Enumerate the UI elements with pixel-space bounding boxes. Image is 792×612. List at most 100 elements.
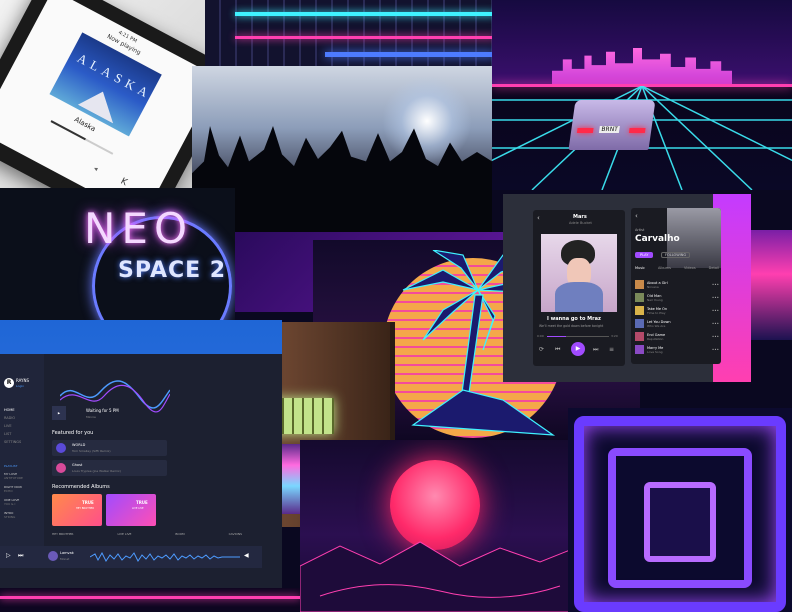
tab-music[interactable]: Music	[635, 266, 645, 270]
brand-login[interactable]: Login	[16, 384, 24, 388]
player-time-end: 3:20	[611, 334, 618, 338]
playlist-header: PLAYLIST	[4, 464, 18, 468]
player-cover	[541, 234, 617, 312]
tunnel-ring-inner	[644, 482, 716, 562]
music-dashboard-mockup: R RAYNS Login HOME RADIO LIVE LIST SETTI…	[0, 320, 282, 588]
next-icon[interactable]: ⏭	[18, 552, 23, 560]
sidebar-item-home[interactable]: HOME	[4, 406, 21, 414]
phone-photo-tile: 4:21 PM Now playing ALASKA Alaska K ◂	[0, 0, 205, 190]
prev-icon[interactable]: ⏮	[555, 346, 560, 354]
tab-albums[interactable]: Albums	[658, 266, 671, 270]
song-list: About a Girl Nirvana ••• Old Man Neil Youn…	[635, 278, 719, 356]
playlist-list: MY LOVE ANTIFUTURE RIGHT NOW ECHO ONE LOVE…	[4, 472, 23, 519]
player-track-name: Mars	[573, 214, 587, 220]
list-item[interactable]: End Game Reputation •••	[635, 330, 719, 343]
featured-title: Featured for you	[52, 430, 94, 436]
player-time-start: 0:00	[537, 334, 544, 338]
pause-icon[interactable]: ▷	[6, 552, 11, 559]
neon-tube-blue	[325, 52, 495, 57]
sidebar-item-settings[interactable]: SETTINGS	[4, 438, 21, 446]
album-card[interactable]: TRUE LIVE LIVE	[106, 494, 156, 526]
tab-videos[interactable]: Videos	[684, 266, 696, 270]
now-playing-title: Lamvak	[60, 551, 74, 555]
waiting-card[interactable]: ▶ Waiting for 5 PM Minnie	[52, 406, 152, 422]
list-item[interactable]: Marry Me Love Song •••	[635, 343, 719, 356]
now-playing-avatar	[48, 551, 58, 561]
next-track-icon[interactable]: ⏭	[593, 346, 598, 354]
phone-device: 4:21 PM Now playing ALASKA Alaska K ◂	[0, 0, 205, 190]
more-icon[interactable]: •••	[712, 321, 719, 326]
more-icon[interactable]: •••	[712, 334, 719, 339]
neon-mountain-photo	[751, 230, 792, 340]
playlist-item[interactable]: ONE LOVE YOU & I	[4, 498, 23, 506]
audio-waveform[interactable]	[90, 552, 240, 562]
neon-subtitle: SPACE 2	[118, 258, 227, 283]
neon-tube-cyan	[235, 12, 495, 16]
stage-light	[382, 76, 472, 166]
player-song-title: I wanna go to Mraz	[547, 316, 601, 322]
brand-logo: R	[4, 378, 14, 388]
more-icon[interactable]: •••	[712, 295, 719, 300]
album-row: HEY BROTHER LIVE LIVE BOOM CAVIONS	[52, 532, 242, 536]
featured-title-text: Ghost	[72, 463, 83, 467]
song-sub: Nirvana	[647, 284, 659, 289]
album-row-item[interactable]: BOOM	[175, 532, 184, 536]
list-item[interactable]: Take Me On Time to Play •••	[635, 304, 719, 317]
featured-title-text: WORLD	[72, 443, 86, 447]
artist-play-button[interactable]: PLAY	[635, 252, 654, 258]
repeat-icon[interactable]: ⟳	[539, 346, 544, 353]
list-item[interactable]: Old Man Neil Young •••	[635, 291, 719, 304]
next-icon[interactable]: K	[119, 177, 129, 189]
artist-follow-button[interactable]: FOLLOWING	[661, 252, 691, 258]
sidebar-item-live[interactable]: LIVE	[4, 422, 21, 430]
player-screen: ‹ Mars Adele Bucket I wanna go to Mraz W…	[533, 210, 625, 366]
sidebar-nav: HOME RADIO LIVE LIST SETTINGS	[4, 406, 21, 446]
volume-icon[interactable]: ◂	[92, 164, 99, 173]
artist-tabs: Music Albums Videos Detail	[635, 266, 719, 270]
more-icon[interactable]: •••	[712, 347, 719, 352]
album-row-item[interactable]: LIVE LIVE	[117, 532, 131, 536]
waiting-sub: Minnie	[86, 415, 96, 419]
play-button[interactable]: ▶	[571, 342, 585, 356]
synthwave-sun-photo	[300, 440, 570, 612]
featured-item[interactable]: Ghost Louis Tryplee (Joe Walker Remix)	[52, 460, 167, 476]
player-progress[interactable]	[547, 336, 609, 337]
waiting-title: Waiting for 5 PM	[86, 408, 119, 413]
dashboard-player-bar: ▷ ⏭ Lamvak Monet ◀	[0, 546, 262, 568]
brand-name: RAYNS	[16, 378, 30, 383]
featured-item[interactable]: WORLD Tom Smalley (Siffr Remix)	[52, 440, 167, 456]
playlist-sub: STRING	[4, 515, 16, 519]
neon-tube-magenta	[235, 36, 495, 39]
playlist-item[interactable]: INTRO STRING	[4, 511, 23, 519]
sidebar-item-list[interactable]: LIST	[4, 430, 21, 438]
retro-car: BRNT	[568, 100, 656, 150]
queue-icon[interactable]: ≡	[609, 346, 614, 353]
tab-detail[interactable]: Detail	[709, 266, 719, 270]
phone-screen: 4:21 PM Now playing ALASKA Alaska K ◂	[0, 0, 205, 190]
more-icon[interactable]: •••	[712, 282, 719, 287]
dashboard-window: R RAYNS Login HOME RADIO LIVE LIST SETTI…	[0, 354, 282, 588]
recommended-title: Recommended Albums	[52, 484, 110, 490]
featured-sub-text: Tom Smalley (Siffr Remix)	[72, 449, 111, 453]
more-icon[interactable]: •••	[712, 308, 719, 313]
album-row-item[interactable]: CAVIONS	[229, 532, 242, 536]
album-art-text: ALASKA	[74, 50, 155, 103]
list-item[interactable]: About a Girl Nirvana •••	[635, 278, 719, 291]
neon-floor-photo	[0, 588, 300, 612]
volume-icon[interactable]: ◀	[244, 552, 249, 559]
sidebar-item-radio[interactable]: RADIO	[4, 414, 21, 422]
artist-name: Carvalho	[635, 234, 680, 244]
neon-tunnel-photo	[568, 408, 792, 612]
neon-title: NEO	[84, 204, 194, 253]
song-sub: Neil Young	[647, 297, 663, 302]
album-row-item[interactable]: HEY BROTHER	[52, 532, 74, 536]
dashboard-sidebar: R RAYNS Login HOME RADIO LIVE LIST SETTI…	[0, 354, 44, 568]
playlist-item[interactable]: RIGHT NOW ECHO	[4, 485, 23, 493]
playlist-item[interactable]: MY LOVE ANTIFUTURE	[4, 472, 23, 480]
back-icon[interactable]: ‹	[635, 212, 638, 220]
featured-sub-text: Louis Tryplee (Joe Walker Remix)	[72, 469, 121, 473]
artist-label: Artist	[635, 228, 645, 232]
back-icon[interactable]: ‹	[537, 214, 540, 222]
album-card[interactable]: TRUE HEY BROTHER	[52, 494, 102, 526]
list-item[interactable]: Let You Down Who We Are •••	[635, 317, 719, 330]
